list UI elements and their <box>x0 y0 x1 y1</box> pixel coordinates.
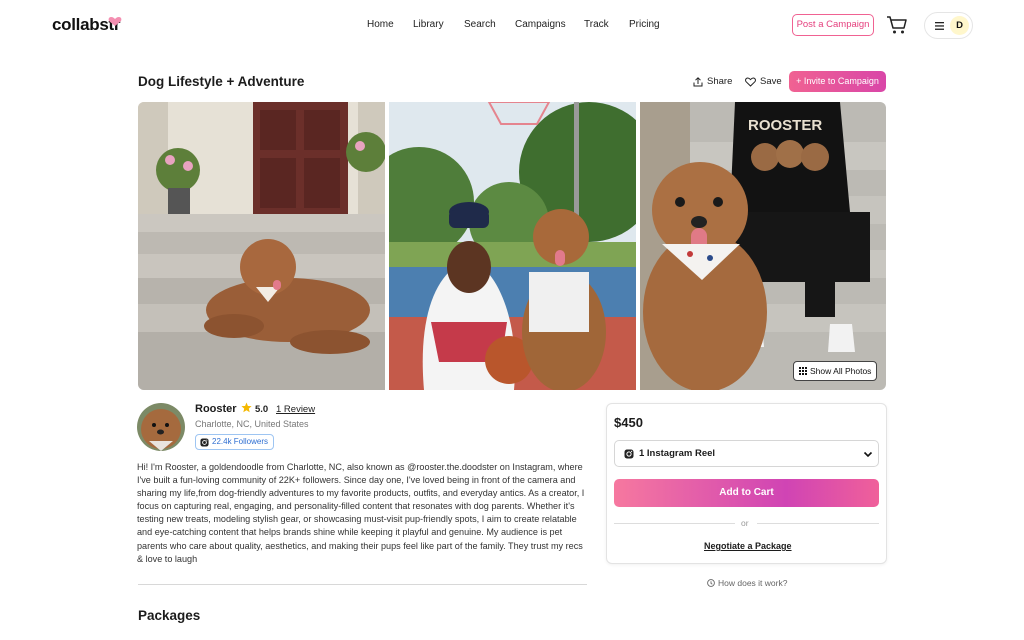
followers-count: 22.4k Followers <box>212 437 269 446</box>
how-it-works-label: How does it work? <box>718 578 788 588</box>
creator-location: Charlotte, NC, United States <box>195 419 309 429</box>
cart-icon[interactable] <box>886 15 908 35</box>
show-all-photos-label: Show All Photos <box>810 366 872 376</box>
nav-track[interactable]: Track <box>584 19 609 30</box>
svg-text:ROOSTER: ROOSTER <box>748 117 822 134</box>
how-it-works-link[interactable]: How does it work? <box>707 578 787 588</box>
photo-dog-sitting[interactable]: ROOSTER <box>640 102 886 390</box>
rating-value: 5.0 <box>255 404 269 415</box>
top-nav: collabstr Home Library Search Campaigns … <box>0 0 1024 52</box>
nav-pricing[interactable]: Pricing <box>629 19 660 30</box>
instagram-icon <box>200 438 209 447</box>
or-divider-right <box>757 523 879 524</box>
user-menu-button[interactable]: D <box>924 12 973 39</box>
post-campaign-button[interactable]: Post a Campaign <box>792 14 874 36</box>
add-to-cart-button[interactable]: Add to Cart <box>614 479 879 507</box>
invite-to-campaign-button[interactable]: + Invite to Campaign <box>789 71 886 92</box>
avatar: D <box>950 16 969 35</box>
instagram-followers-badge[interactable]: 22.4k Followers <box>195 434 274 450</box>
package-select[interactable]: 1 Instagram Reel <box>614 440 879 467</box>
nav-search[interactable]: Search <box>464 19 496 30</box>
or-divider-left <box>614 523 735 524</box>
creator-bio: Hi! I'm Rooster, a goldendoodle from Cha… <box>137 462 585 564</box>
star-icon <box>241 402 252 413</box>
creator-name[interactable]: Rooster <box>195 403 237 415</box>
share-icon <box>693 76 703 86</box>
grid-icon <box>799 367 807 375</box>
heart-logo-icon <box>108 17 122 26</box>
nav-campaigns[interactable]: Campaigns <box>515 19 566 30</box>
share-button[interactable]: Share <box>693 76 732 87</box>
instagram-icon <box>624 449 634 459</box>
share-label: Share <box>707 76 733 87</box>
nav-library[interactable]: Library <box>413 19 444 30</box>
heart-icon <box>745 76 756 87</box>
photo-dog-on-steps[interactable] <box>138 102 385 390</box>
or-label: or <box>741 518 749 528</box>
selected-package-label: 1 Instagram Reel <box>639 448 716 459</box>
negotiate-package-link[interactable]: Negotiate a Package <box>704 541 792 551</box>
section-divider <box>138 584 587 585</box>
menu-icon <box>935 22 944 30</box>
info-icon <box>707 579 715 587</box>
reviews-link[interactable]: 1 Review <box>276 404 315 415</box>
packages-heading: Packages <box>138 608 201 623</box>
creator-avatar[interactable] <box>137 403 185 451</box>
package-price: $450 <box>614 415 643 430</box>
show-all-photos-button[interactable]: Show All Photos <box>793 361 877 381</box>
page-title: Dog Lifestyle + Adventure <box>138 74 305 89</box>
nav-home[interactable]: Home <box>367 19 394 30</box>
save-label: Save <box>760 76 782 87</box>
chevron-down-icon <box>863 451 873 458</box>
save-button[interactable]: Save <box>745 76 782 87</box>
photo-dog-with-owner[interactable] <box>389 102 636 390</box>
